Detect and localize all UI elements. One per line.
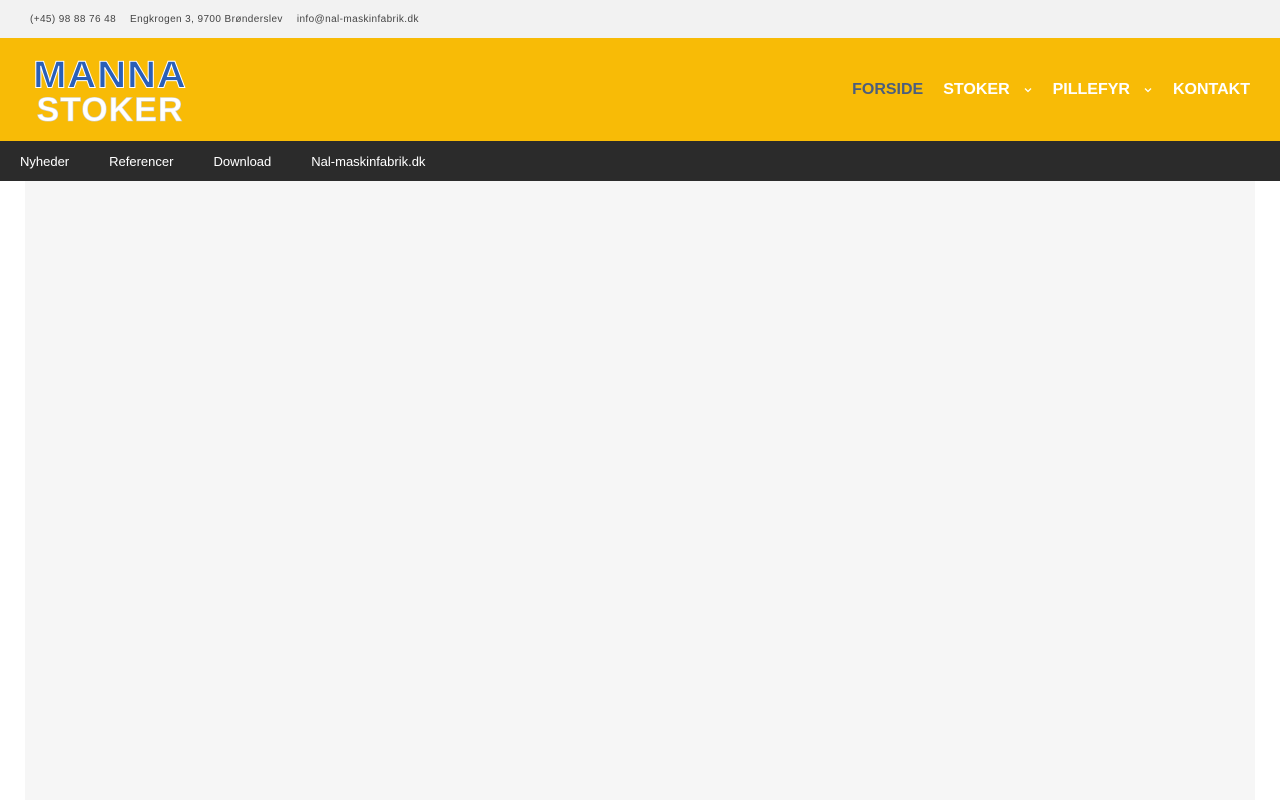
logo-text-stoker: STOKER [36,91,184,129]
phone-number[interactable]: (+45) 98 88 76 48 [30,14,116,25]
logo-text-manna: MANNA [33,54,187,96]
subnav-item-referencer[interactable]: Referencer [109,154,173,169]
nav-item-label: KONTAKT [1172,80,1250,98]
chevron-down-icon [1143,85,1153,95]
nav-item-kontakt[interactable]: KONTAKT [1173,81,1250,99]
subnav-item-download[interactable]: Download [213,154,271,169]
nav-item-pillefyr[interactable]: PILLEFYR [1053,81,1153,99]
subnav-item-nal-maskinfabrik[interactable]: Nal-maskinfabrik.dk [311,154,425,169]
secondary-navigation: Nyheder Referencer Download Nal-maskinfa… [0,141,1280,181]
address: Engkrogen 3, 9700 Brønderslev [130,13,283,25]
nav-item-stoker[interactable]: STOKER [943,81,1032,99]
site-logo[interactable]: MANNA STOKER [30,54,190,128]
nav-item-label: STOKER [943,80,1010,98]
chevron-down-icon [1023,85,1033,95]
subnav-item-nyheder[interactable]: Nyheder [20,154,69,169]
email-link[interactable]: info@nal-maskinfabrik.dk [297,14,419,25]
nav-item-label: FORSIDE [852,80,924,98]
main-navigation: FORSIDE STOKER PILLEFYR KONTAKT [832,38,1250,141]
top-info-bar: (+45) 98 88 76 48 Engkrogen 3, 9700 Brøn… [0,0,1280,38]
main-content-area [25,181,1255,800]
nav-item-label: PILLEFYR [1052,80,1130,98]
nav-item-forside[interactable]: FORSIDE [852,81,923,99]
